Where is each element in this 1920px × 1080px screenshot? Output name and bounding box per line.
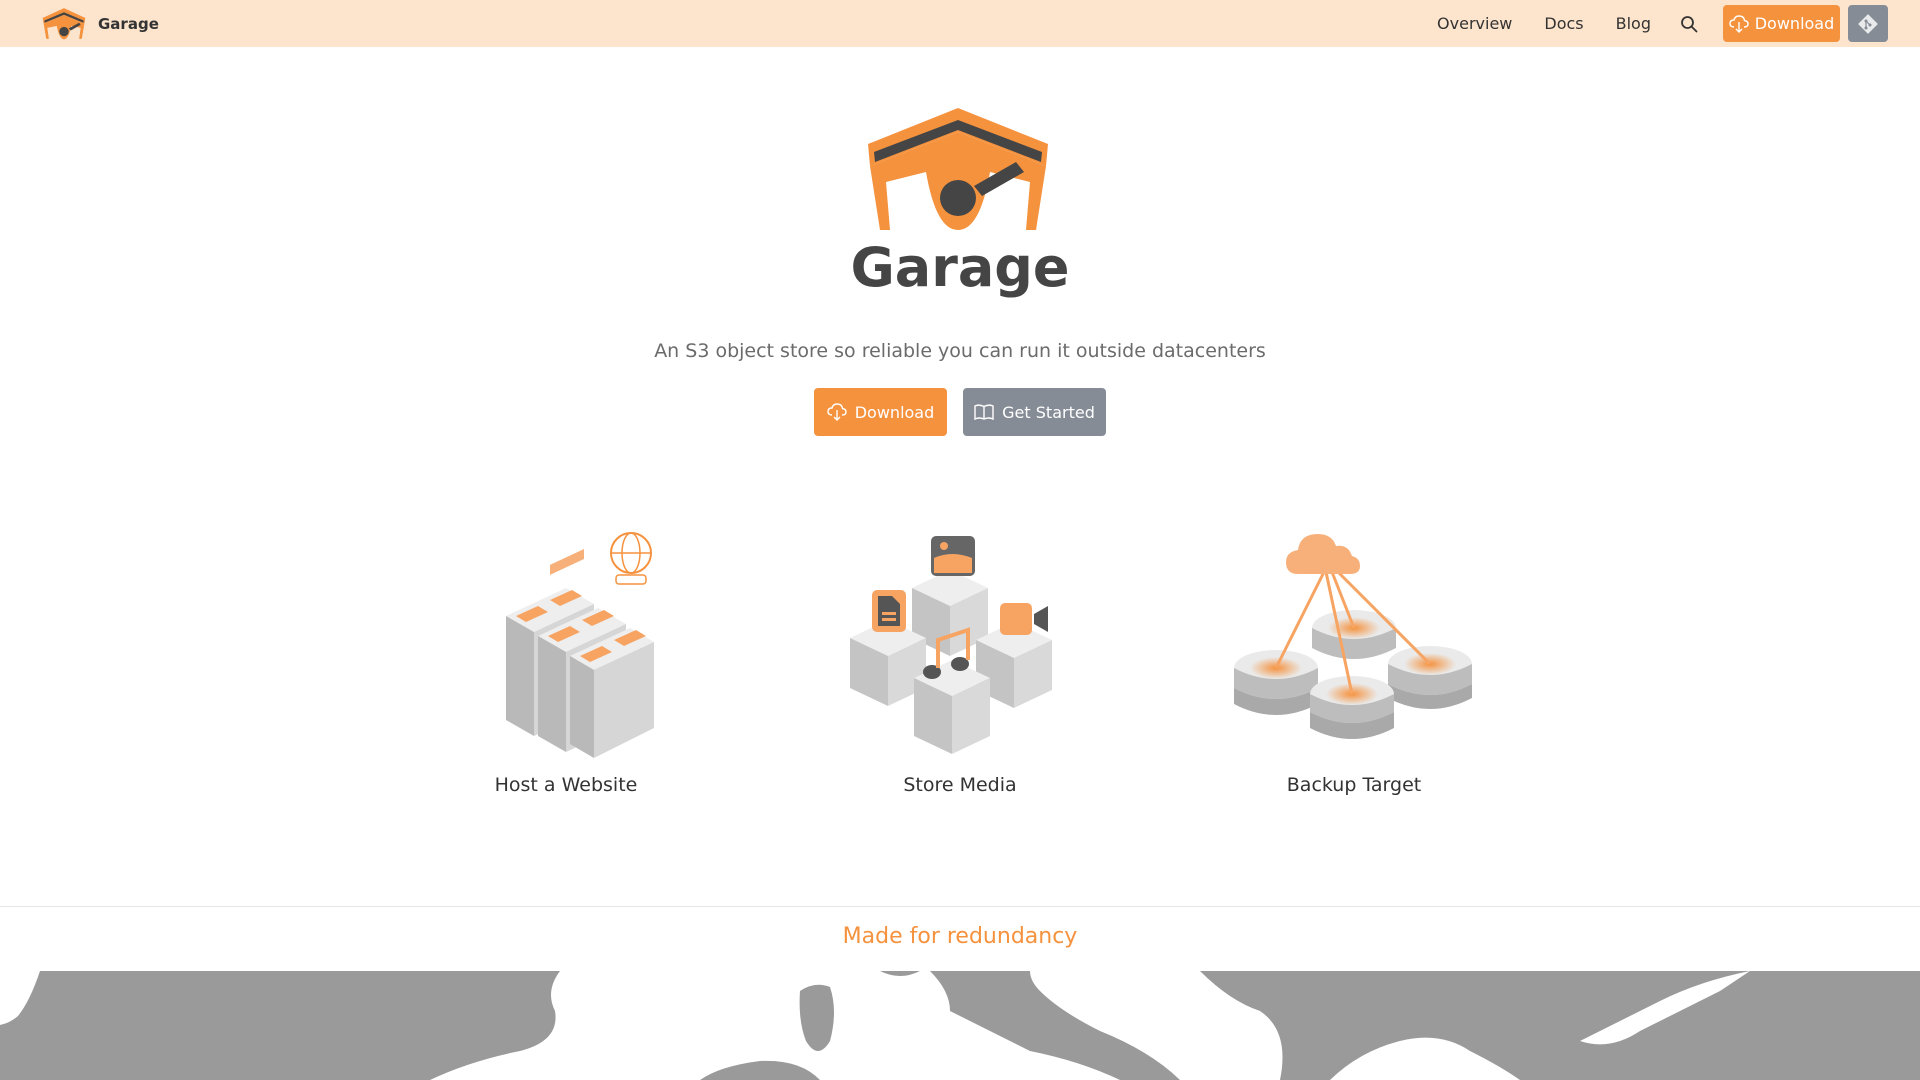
feature-label-backup-target: Backup Target <box>1286 774 1422 796</box>
book-icon <box>974 404 994 420</box>
main-nav: Overview Docs Blog Download <box>1405 0 1888 47</box>
hero-title: Garage <box>850 236 1070 299</box>
nav-link-blog[interactable]: Blog <box>1616 14 1651 33</box>
nav-link-docs[interactable]: Docs <box>1544 14 1583 33</box>
nav-download-label: Download <box>1754 14 1835 33</box>
section-title: Made for redundancy <box>842 924 1078 949</box>
nav-link-overview[interactable]: Overview <box>1437 14 1512 33</box>
git-icon <box>1858 13 1878 34</box>
top-navbar: Garage Overview Docs Blog Download <box>0 0 1920 47</box>
cloud-download-icon <box>827 403 847 421</box>
cloud-download-icon <box>1729 14 1749 33</box>
brand-name: Garage <box>98 15 159 33</box>
hero-buttons: Download Get Started <box>0 388 1920 436</box>
cloud-disks-illustration <box>1234 534 1472 739</box>
hero-tagline: An S3 object store so reliable you can r… <box>654 340 1266 362</box>
hero-download-button[interactable]: Download <box>814 388 947 436</box>
hero-download-label: Download <box>854 402 935 422</box>
feature-host-website: Host a Website <box>436 528 696 796</box>
nav-download-button[interactable]: Download <box>1723 5 1840 42</box>
garage-hero-logo-icon <box>868 108 1048 230</box>
garage-logo-icon <box>42 8 86 40</box>
get-started-button[interactable]: Get Started <box>963 388 1106 436</box>
feature-backup-target: Backup Target <box>1224 528 1484 796</box>
search-icon <box>1681 15 1698 32</box>
servers-globe-illustration <box>506 532 654 758</box>
world-map <box>0 971 1920 1080</box>
git-button[interactable] <box>1848 5 1888 42</box>
media-cubes-illustration <box>850 536 1052 754</box>
brand-link[interactable]: Garage <box>40 7 159 41</box>
search-button[interactable] <box>1679 14 1699 34</box>
feature-label-store-media: Store Media <box>903 774 1017 796</box>
europe-map-illustration <box>0 971 1750 1080</box>
feature-store-media: Store Media <box>830 528 1090 796</box>
section-divider <box>0 906 1920 907</box>
feature-label-host-website: Host a Website <box>494 774 638 796</box>
get-started-label: Get Started <box>1002 402 1095 422</box>
